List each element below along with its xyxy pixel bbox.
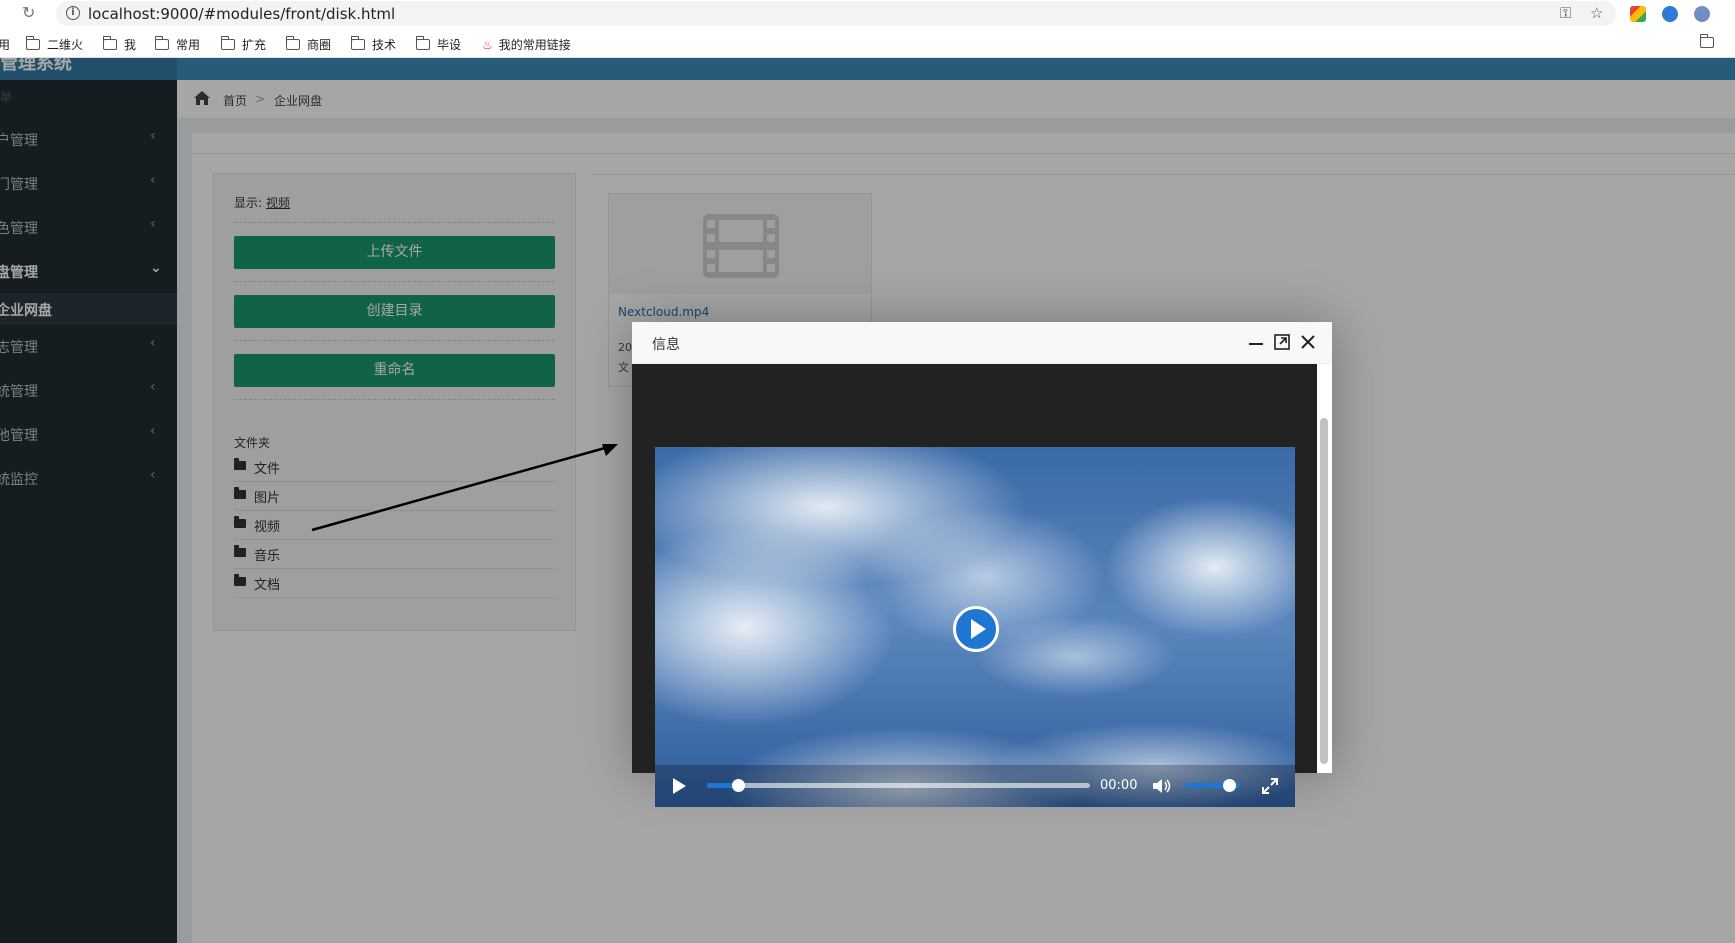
minimize-icon[interactable] <box>1244 330 1268 354</box>
play-icon <box>971 619 986 639</box>
folder-icon <box>154 36 169 50</box>
video-controls: 00:00 <box>655 765 1295 807</box>
url-text: localhost:9000/#modules/front/disk.html <box>88 5 396 23</box>
play-icon[interactable] <box>669 776 689 796</box>
folder-icon <box>220 36 235 50</box>
video-player[interactable]: 00:00 <box>655 447 1295 807</box>
extension-icon[interactable] <box>1630 6 1646 22</box>
reload-icon[interactable]: ↻ <box>22 3 35 22</box>
bookmark-folder[interactable]: 毕设 <box>415 36 461 53</box>
volume-icon[interactable] <box>1151 776 1173 796</box>
volume-handle[interactable] <box>1223 779 1236 792</box>
folder-icon <box>285 36 300 50</box>
browser-address-bar: ⟩ ↻ i localhost:9000/#modules/front/disk… <box>0 0 1735 28</box>
bookmark-folder[interactable]: 二维火 <box>25 36 83 53</box>
seek-handle[interactable] <box>732 779 745 792</box>
seek-bar[interactable] <box>707 783 1090 788</box>
time-display: 00:00 <box>1100 778 1138 793</box>
folder-icon <box>102 36 117 50</box>
play-overlay-button[interactable] <box>953 606 999 652</box>
url-field[interactable]: i localhost:9000/#modules/front/disk.htm… <box>56 1 1616 26</box>
extension-icon[interactable] <box>1694 6 1710 22</box>
bookmark-link[interactable]: ♨ 我的常用链接 <box>482 36 571 53</box>
folder-icon <box>1699 34 1714 48</box>
info-icon[interactable]: i <box>66 6 80 20</box>
bookmark-folder[interactable]: 我 <box>102 36 136 53</box>
dialog-title: 信息 <box>652 337 680 353</box>
scrollbar[interactable] <box>1320 418 1328 764</box>
close-icon[interactable] <box>1296 330 1320 354</box>
star-icon[interactable]: ☆ <box>1590 4 1603 22</box>
fullscreen-icon[interactable] <box>1260 776 1280 796</box>
folder-icon <box>25 36 40 50</box>
bookmark-folder[interactable]: 技术 <box>350 36 396 53</box>
other-bookmarks[interactable] <box>1699 34 1721 50</box>
extension-icon[interactable] <box>1662 6 1678 22</box>
bookmark-folder[interactable]: 扩充 <box>220 36 266 53</box>
bookmarks-bar: 用 二维火 我 常用 扩充 商圈 技术 毕设 ♨ 我的常用链接 <box>0 30 1735 58</box>
bookmark-item[interactable]: 用 <box>0 36 10 53</box>
dialog-body: 00:00 <box>632 364 1317 807</box>
dialog-titlebar: 信息 <box>632 322 1332 364</box>
maximize-icon[interactable] <box>1270 330 1294 354</box>
bookmark-folder[interactable]: 常用 <box>154 36 200 53</box>
folder-icon <box>415 36 430 50</box>
key-icon[interactable]: ⚿ <box>1560 4 1571 22</box>
flame-icon: ♨ <box>482 38 493 52</box>
video-dialog: 信息 00:00 <box>632 322 1332 807</box>
annotation-arrow <box>311 444 618 532</box>
bookmark-folder[interactable]: 商圈 <box>285 36 331 53</box>
folder-icon <box>350 36 365 50</box>
